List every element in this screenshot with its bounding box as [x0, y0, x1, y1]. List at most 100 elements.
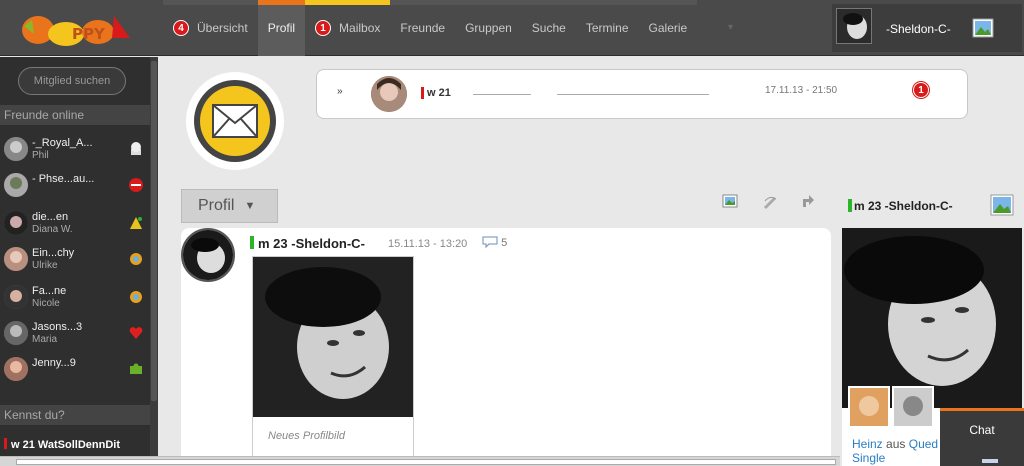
nav-suche[interactable]: Suche: [521, 0, 576, 56]
friend-real-name: Diana W.: [32, 224, 73, 235]
avatar: [4, 321, 28, 345]
comment-count[interactable]: 5: [482, 236, 507, 249]
message-sender[interactable]: w 21: [427, 87, 451, 99]
friend-list-item[interactable]: -_Royal_A... Phil: [0, 131, 150, 167]
nav-label: Freunde: [400, 21, 446, 35]
friend-list-item[interactable]: Fa...ne Nicole: [0, 279, 150, 315]
friend-info-text: aus: [886, 437, 906, 451]
avatar: [4, 247, 28, 271]
notification-badge: 1: [315, 20, 332, 36]
share-icon[interactable]: [800, 193, 816, 209]
nav-galerie[interactable]: Galerie: [638, 0, 698, 56]
mailbox-envelope-icon[interactable]: [186, 72, 284, 170]
friend-list-item[interactable]: Jenny...9: [0, 351, 150, 387]
nav-label: Übersicht: [197, 21, 248, 35]
add-photo-icon[interactable]: [722, 193, 738, 209]
nav-label: Gruppen: [465, 21, 512, 35]
main-nav: 4 Übersicht Profil 1 Mailbox Freunde Gru…: [163, 0, 698, 56]
image-icon[interactable]: [990, 194, 1014, 216]
avatar[interactable]: [371, 76, 407, 112]
site-logo[interactable]: PPY: [18, 8, 138, 50]
avatar: [4, 137, 28, 161]
message-preview-redacted: [557, 94, 709, 95]
nav-gruppen[interactable]: Gruppen: [455, 0, 522, 56]
user-name[interactable]: -Sheldon-C-: [886, 22, 951, 36]
friend-link[interactable]: Heinz: [852, 437, 883, 451]
chef-hat-icon: [128, 141, 144, 157]
friend-thumbnail[interactable]: [848, 386, 890, 428]
latest-message-card[interactable]: » w 21 17.11.13 - 21:50 1: [316, 69, 968, 119]
message-timestamp: 17.11.13 - 21:50: [765, 85, 838, 96]
nav-label: Mailbox: [339, 21, 381, 35]
minimize-icon: [982, 459, 998, 463]
comment-count-value: 5: [501, 237, 508, 249]
profile-owner-name[interactable]: m 23 -Sheldon-C-: [854, 199, 953, 213]
nav-more-icon[interactable]: ▾: [728, 22, 738, 33]
horizontal-scrollbar[interactable]: [0, 456, 840, 466]
svg-text:PPY: PPY: [72, 25, 106, 43]
friend-list-item[interactable]: Ein...chy Ulrike: [0, 241, 150, 277]
avatar: [4, 173, 28, 197]
friend-real-name: Maria: [32, 334, 58, 345]
chevron-down-icon: ▼: [244, 200, 256, 212]
unread-badge: 1: [913, 82, 929, 98]
nav-termine[interactable]: Termine: [575, 0, 639, 56]
friend-name: - Phse...au...: [32, 173, 95, 185]
post-author[interactable]: m 23 -Sheldon-C-: [258, 236, 365, 251]
friend-list-item[interactable]: die...en Diana W.: [0, 205, 150, 241]
puzzle-icon: [128, 361, 144, 377]
friend-real-name: Ulrike: [32, 260, 58, 271]
write-icon[interactable]: [762, 193, 778, 209]
expand-arrow-icon[interactable]: »: [337, 86, 343, 97]
heart-icon: [128, 325, 144, 341]
gear-flower-icon: [128, 251, 144, 267]
nav-freunde[interactable]: Freunde: [390, 0, 456, 56]
avatar[interactable]: [836, 8, 872, 44]
gender-indicator: [4, 438, 7, 449]
friend-name: Jenny...9: [32, 357, 76, 369]
nav-label: Suche: [531, 21, 566, 35]
friend-info: Heinz aus Qued Single: [852, 437, 938, 465]
friend-place-link[interactable]: Qued: [909, 437, 938, 451]
profile-dropdown-button[interactable]: Profil ▼: [181, 189, 278, 223]
gender-indicator: [250, 236, 254, 249]
nav-label: Profil: [267, 21, 296, 35]
gear-flower-icon: [128, 289, 144, 305]
friend-name: Fa...ne: [32, 285, 67, 297]
avatar: [4, 211, 28, 235]
image-icon[interactable]: [972, 18, 994, 38]
message-preview-redacted: [473, 94, 531, 95]
notification-badge: 4: [173, 20, 189, 36]
suggested-member-name: w 21 WatSollDennDit: [11, 439, 120, 451]
nav-label: Galerie: [648, 21, 688, 35]
avatar: [4, 285, 28, 309]
user-menu[interactable]: -Sheldon-C-: [832, 4, 1022, 52]
comment-bubble-icon: [482, 236, 498, 249]
suggested-member[interactable]: w 21 WatSollDennDit: [4, 438, 120, 451]
avatar[interactable]: [181, 228, 235, 282]
friend-real-name: Nicole: [32, 298, 60, 309]
nav-ubersicht[interactable]: 4 Übersicht: [163, 0, 258, 56]
member-search-button[interactable]: Mitglied suchen: [18, 67, 126, 95]
profile-main-photo[interactable]: [842, 228, 1022, 408]
friends-sidebar: Mitglied suchen Freunde online -_Royal_A…: [0, 57, 158, 466]
post-timestamp: 15.11.13 - 13:20: [388, 238, 468, 250]
top-bar: PPY 4 Übersicht Profil 1 Mailbox Freunde…: [0, 0, 1024, 56]
friend-thumbnail[interactable]: [892, 386, 934, 428]
friend-list-item[interactable]: Jasons...3 Maria: [0, 315, 150, 351]
party-icon: [128, 215, 144, 231]
friend-name: Ein...chy: [32, 247, 75, 259]
friend-name: -_Royal_A...: [32, 137, 93, 149]
suggestions-heading: Kennst du?: [0, 405, 150, 425]
sidebar-scrollbar[interactable]: [150, 57, 158, 466]
gender-indicator: [421, 87, 424, 99]
friend-status-link[interactable]: Single: [852, 451, 885, 465]
friend-list-item[interactable]: - Phse...au...: [0, 167, 150, 203]
nav-label: Termine: [585, 21, 629, 35]
nav-profil[interactable]: Profil: [257, 0, 306, 56]
friend-name: Jasons...3: [32, 321, 83, 333]
no-entry-icon: [128, 177, 144, 193]
nav-mailbox[interactable]: 1 Mailbox: [305, 0, 391, 56]
friend-name: die...en: [32, 211, 69, 223]
chat-button[interactable]: Chat: [940, 408, 1024, 466]
